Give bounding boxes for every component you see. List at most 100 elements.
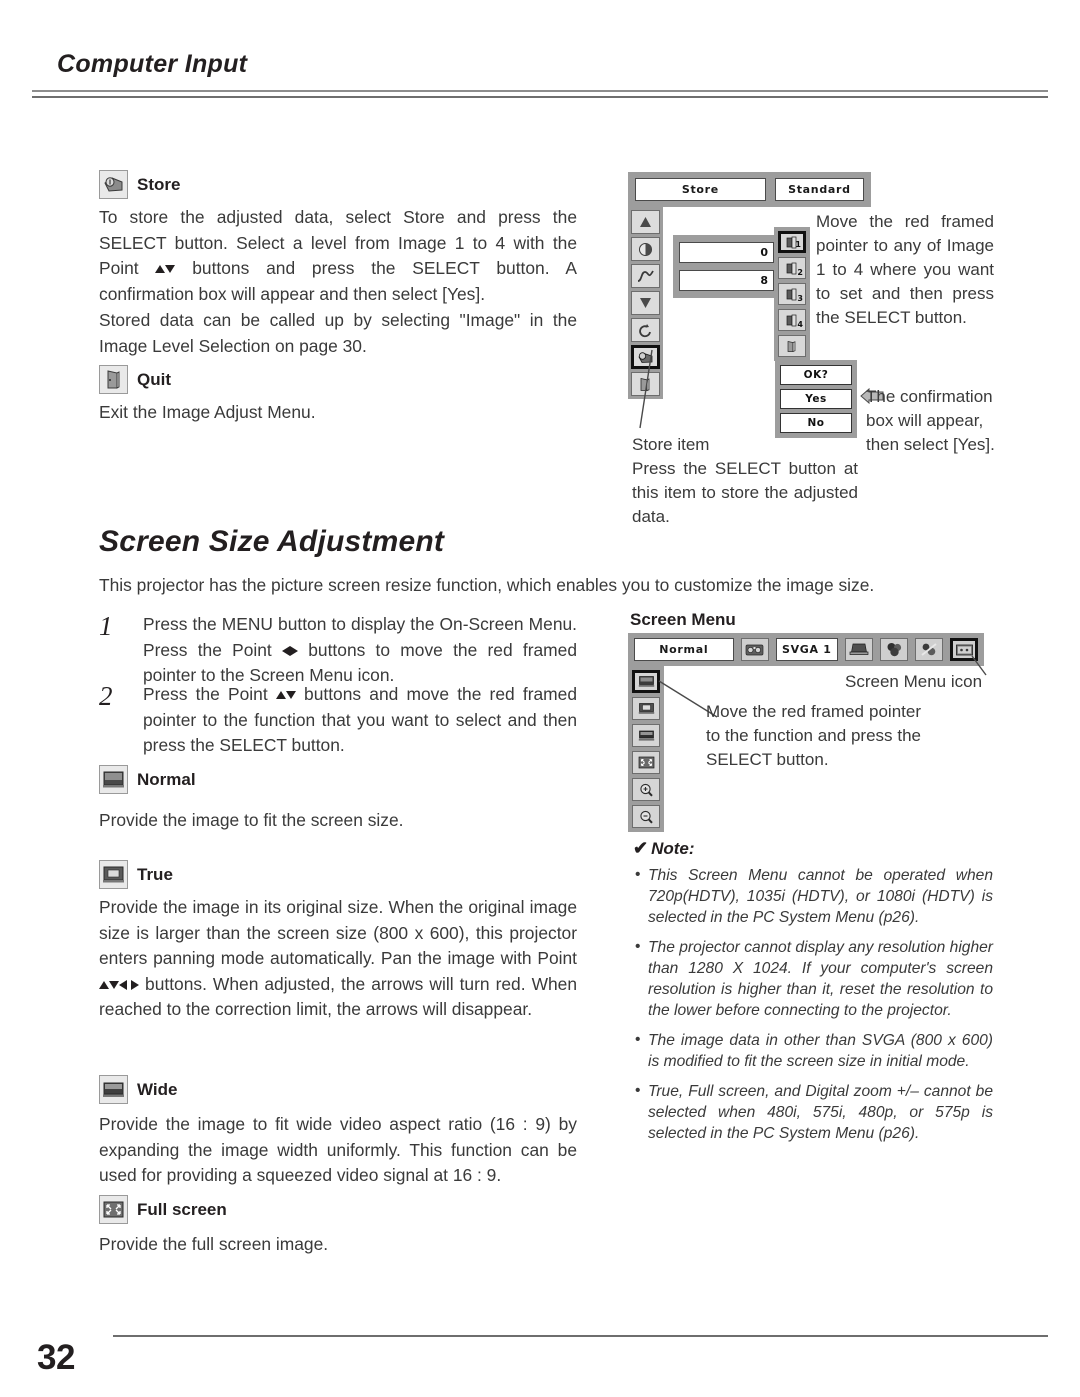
true-section-heading: True — [99, 860, 173, 889]
current-mode-field[interactable]: Normal — [634, 638, 734, 661]
step-1: 1 Press the MENU button to display the O… — [99, 612, 577, 689]
osd-tab-bar: Store Standard — [628, 172, 871, 207]
screen-full-icon[interactable] — [632, 751, 660, 774]
wide-section-heading: Wide — [99, 1075, 177, 1104]
store-item-leader-line — [639, 349, 653, 429]
screen-wide-icon[interactable] — [632, 724, 660, 747]
full-screen-heading-label: Full screen — [137, 1199, 227, 1219]
quit-door-icon — [99, 365, 128, 394]
point-down-icon — [165, 265, 176, 274]
full-screen-section-heading: Full screen — [99, 1195, 227, 1224]
image-level-column: 1 2 3 4 — [774, 227, 810, 361]
gamma-icon[interactable] — [631, 264, 660, 288]
page-number: 32 — [37, 1338, 75, 1377]
point-left-icon — [119, 979, 127, 990]
image-level-2-label: 2 — [797, 268, 803, 277]
screen-true-icon — [99, 860, 128, 889]
screen-full-icon — [99, 1195, 128, 1224]
note-item: True, Full screen, and Digital zoom +/– … — [633, 1080, 993, 1144]
screen-menu-icon-callout: Screen Menu icon — [845, 672, 983, 691]
normal-section-heading: Normal — [99, 765, 196, 794]
note-title-label: Note: — [651, 839, 695, 858]
note-item: The projector cannot display any resolut… — [633, 936, 993, 1021]
note-block: ✔ Note: This Screen Menu cannot be opera… — [633, 838, 993, 1153]
brightness-icon[interactable] — [631, 237, 660, 261]
image-level-2[interactable]: 2 — [778, 257, 806, 279]
note-item: The image data in other than SVGA (800 x… — [633, 1029, 993, 1072]
header-divider — [32, 90, 1048, 98]
computer-input-icon[interactable] — [845, 638, 873, 661]
system-field[interactable]: SVGA 1 — [775, 638, 838, 661]
step-2: 2 Press the Point buttons and move the r… — [99, 682, 577, 759]
full-screen-section-body: Provide the full screen image. — [99, 1234, 329, 1254]
digital-zoom-out-icon[interactable] — [632, 805, 660, 828]
normal-heading-label: Normal — [137, 769, 196, 789]
store-item-callout-body: Press the SELECT button at this item to … — [632, 459, 858, 526]
store-section-heading: Store — [99, 170, 180, 199]
confirm-yes-button[interactable]: Yes — [780, 389, 852, 409]
quit-door-icon[interactable] — [778, 335, 806, 357]
image-level-3[interactable]: 3 — [778, 283, 806, 305]
confirm-prompt: OK? — [780, 365, 852, 385]
true-section-body: Provide the image in its original size. … — [99, 895, 577, 1023]
point-up-icon — [99, 980, 109, 989]
contrast-icon[interactable] — [631, 210, 660, 234]
color-adjust-icon[interactable] — [880, 638, 908, 661]
note-list: This Screen Menu cannot be operated when… — [633, 864, 993, 1144]
quit-section-heading: Quit — [99, 365, 171, 394]
note-item: This Screen Menu cannot be operated when… — [633, 864, 993, 928]
step-2-text-part1: Press the Point — [143, 684, 276, 704]
point-down-icon — [109, 980, 119, 989]
standard-tab[interactable]: Standard — [774, 178, 864, 201]
point-up-icon — [275, 691, 286, 700]
quit-section-body: Exit the Image Adjust Menu. — [99, 402, 316, 422]
wide-heading-label: Wide — [137, 1079, 178, 1099]
screen-size-adjustment-intro: This projector has the picture screen re… — [99, 575, 875, 595]
image-level-1-label: 1 — [795, 240, 801, 249]
point-left-icon — [282, 645, 291, 656]
brightness-value[interactable]: 8 — [679, 270, 774, 291]
confirm-no-button[interactable]: No — [780, 413, 852, 433]
footer-divider — [113, 1335, 1048, 1337]
store-item-callout-title: Store item — [632, 435, 710, 454]
store-icon — [99, 170, 128, 199]
true-heading-label: True — [137, 864, 173, 884]
point-right-icon — [290, 645, 299, 656]
quit-heading-label: Quit — [137, 369, 171, 389]
store-heading-label: Store — [137, 174, 181, 194]
screen-menu-top-bar: Normal SVGA 1 — [628, 633, 984, 666]
checkmark-icon: ✔ — [633, 838, 649, 858]
normal-section-body: Provide the image to fit the screen size… — [99, 810, 404, 830]
store-section-body: To store the adjusted data, select Store… — [99, 205, 577, 359]
store-item-callout: Store item Press the SELECT button at th… — [632, 433, 858, 529]
screen-size-adjustment-title: Screen Size Adjustment — [99, 525, 445, 558]
color-temp-icon[interactable] — [631, 291, 660, 315]
contrast-value[interactable]: 0 — [679, 242, 774, 263]
point-up-icon — [155, 265, 166, 274]
confirmation-callout: The confirmation box will appear, then s… — [866, 387, 995, 454]
screen-normal-icon — [99, 765, 128, 794]
image-level-4-label: 4 — [797, 320, 803, 329]
true-body-part1: Provide the image in its original size. … — [99, 897, 577, 968]
image-level-3-label: 3 — [797, 294, 803, 303]
screen-menu-osd: Normal SVGA 1 — [628, 633, 984, 832]
store-tab[interactable]: Store — [635, 178, 766, 201]
digital-zoom-in-icon[interactable] — [632, 778, 660, 801]
image-level-1[interactable]: 1 — [778, 231, 806, 253]
step-1-text: Press the MENU button to display the On-… — [143, 612, 577, 689]
confirmation-box: OK? Yes No — [775, 360, 857, 438]
point-right-icon — [131, 979, 139, 990]
image-adjust-icon[interactable] — [915, 638, 943, 661]
move-pointer-image-callout: Move the red framed pointer to any of Im… — [816, 212, 994, 327]
image-level-4[interactable]: 4 — [778, 309, 806, 331]
true-body-part2: buttons. When adjusted, the arrows will … — [99, 973, 577, 1020]
store-body-part3: Stored data can be called up by selectin… — [99, 310, 577, 356]
page-header-title: Computer Input — [57, 50, 248, 78]
step-1-number: 1 — [99, 611, 113, 641]
step-2-text: Press the Point buttons and move the red… — [143, 682, 577, 759]
pc-system-icon[interactable] — [740, 638, 769, 661]
manual-page: Computer Input Store To store the adjust… — [0, 0, 1080, 1397]
reset-icon[interactable] — [631, 318, 660, 342]
step-2-number: 2 — [99, 681, 113, 711]
point-down-icon — [285, 691, 296, 700]
